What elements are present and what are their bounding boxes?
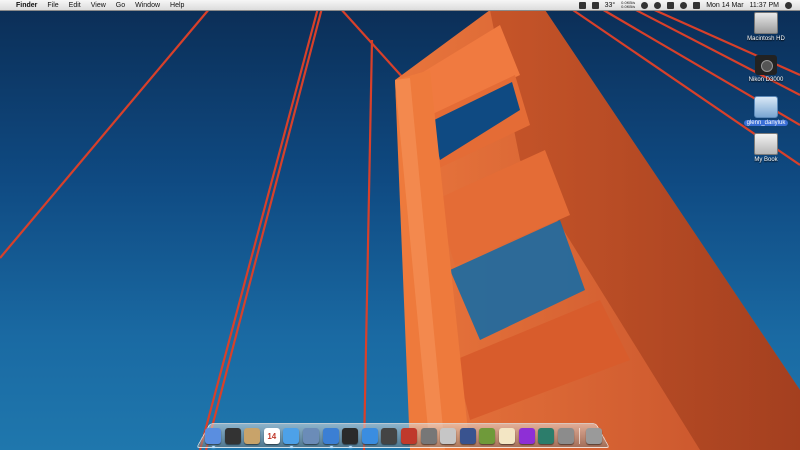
menu-go[interactable]: Go [116,2,125,9]
temperature-readout[interactable]: 33° [605,2,616,9]
net-down: 0.0KB/s [621,4,636,9]
dock-item-image-capture-icon[interactable] [440,428,457,444]
dock-item-time-machine-icon[interactable] [538,428,555,444]
menu-bar: Finder File Edit View Go Window Help 33°… [0,0,800,11]
menu-file[interactable]: File [47,2,58,9]
desktop-icon-label: My Book [754,157,778,163]
dock-item-aperture-icon[interactable] [342,428,359,448]
dock-item-photo-browser-icon[interactable] [381,428,398,444]
desktop-icon-label: glenn_danyluk [743,120,789,126]
menu-app-name[interactable]: Finder [16,2,37,9]
sync-icon[interactable] [654,1,662,9]
camera-icon [755,55,777,75]
desktop-icon-label: Nikon D3000 [748,77,784,83]
dock-item-preview-icon[interactable] [302,428,319,444]
dock-item-safari-icon[interactable] [283,428,300,448]
dock-item-front-row-icon[interactable] [518,428,535,444]
desktop-icon-nikon-d3000[interactable]: Nikon D3000 [736,55,796,83]
dock-item-pen-tool-icon[interactable] [459,428,476,444]
desktop-icon-my-book[interactable]: My Book [736,133,796,163]
menu-help[interactable]: Help [170,2,184,9]
dock-item-dashboard-icon[interactable] [224,428,241,444]
dropbox-icon[interactable] [578,1,586,9]
clock-time[interactable]: 11:37 PM [750,2,779,9]
desktop-icon-network-drive[interactable]: glenn_danyluk [736,96,796,126]
menu-window[interactable]: Window [135,2,160,9]
dock-item-photo-booth-icon[interactable] [400,428,417,444]
time-machine-icon[interactable] [641,1,649,9]
dock-item-utility-icon[interactable] [420,428,437,444]
dock-item-app-store-icon[interactable] [361,428,378,444]
menu-edit[interactable]: Edit [69,2,81,9]
dock-item-itunes-icon[interactable] [322,428,339,448]
desktop-wallpaper [0,0,800,450]
dock-item-trash-icon[interactable] [585,428,602,444]
dock-item-contacts-icon[interactable] [244,428,261,444]
dock-item-finder-icon[interactable] [205,428,221,448]
desktop-icon-macintosh-hd[interactable]: Macintosh HD [736,12,796,42]
external-drive-icon [754,133,778,155]
network-drive-icon [754,96,778,118]
cpu-icon[interactable] [591,1,599,9]
dock-item-calendar-icon[interactable]: 14 [263,428,280,444]
desktop-icon-label: Macintosh HD [747,36,785,42]
volume-icon[interactable] [693,1,701,9]
spotlight-icon[interactable] [785,1,792,9]
hard-drive-icon [754,12,778,34]
network-speed[interactable]: 0.0KB/s 0.0KB/s [621,1,635,9]
dock: 14 [205,428,602,448]
dock-separator [579,428,581,444]
dock-item-textedit-icon[interactable] [498,428,515,444]
dock-item-system-preferences-icon[interactable] [557,428,574,444]
menu-view[interactable]: View [91,2,106,9]
battery-icon[interactable] [667,1,675,9]
clock-date[interactable]: Mon 14 Mar [706,2,743,9]
dock-item-tools-app-icon[interactable] [479,428,496,444]
wifi-icon[interactable] [680,1,688,9]
